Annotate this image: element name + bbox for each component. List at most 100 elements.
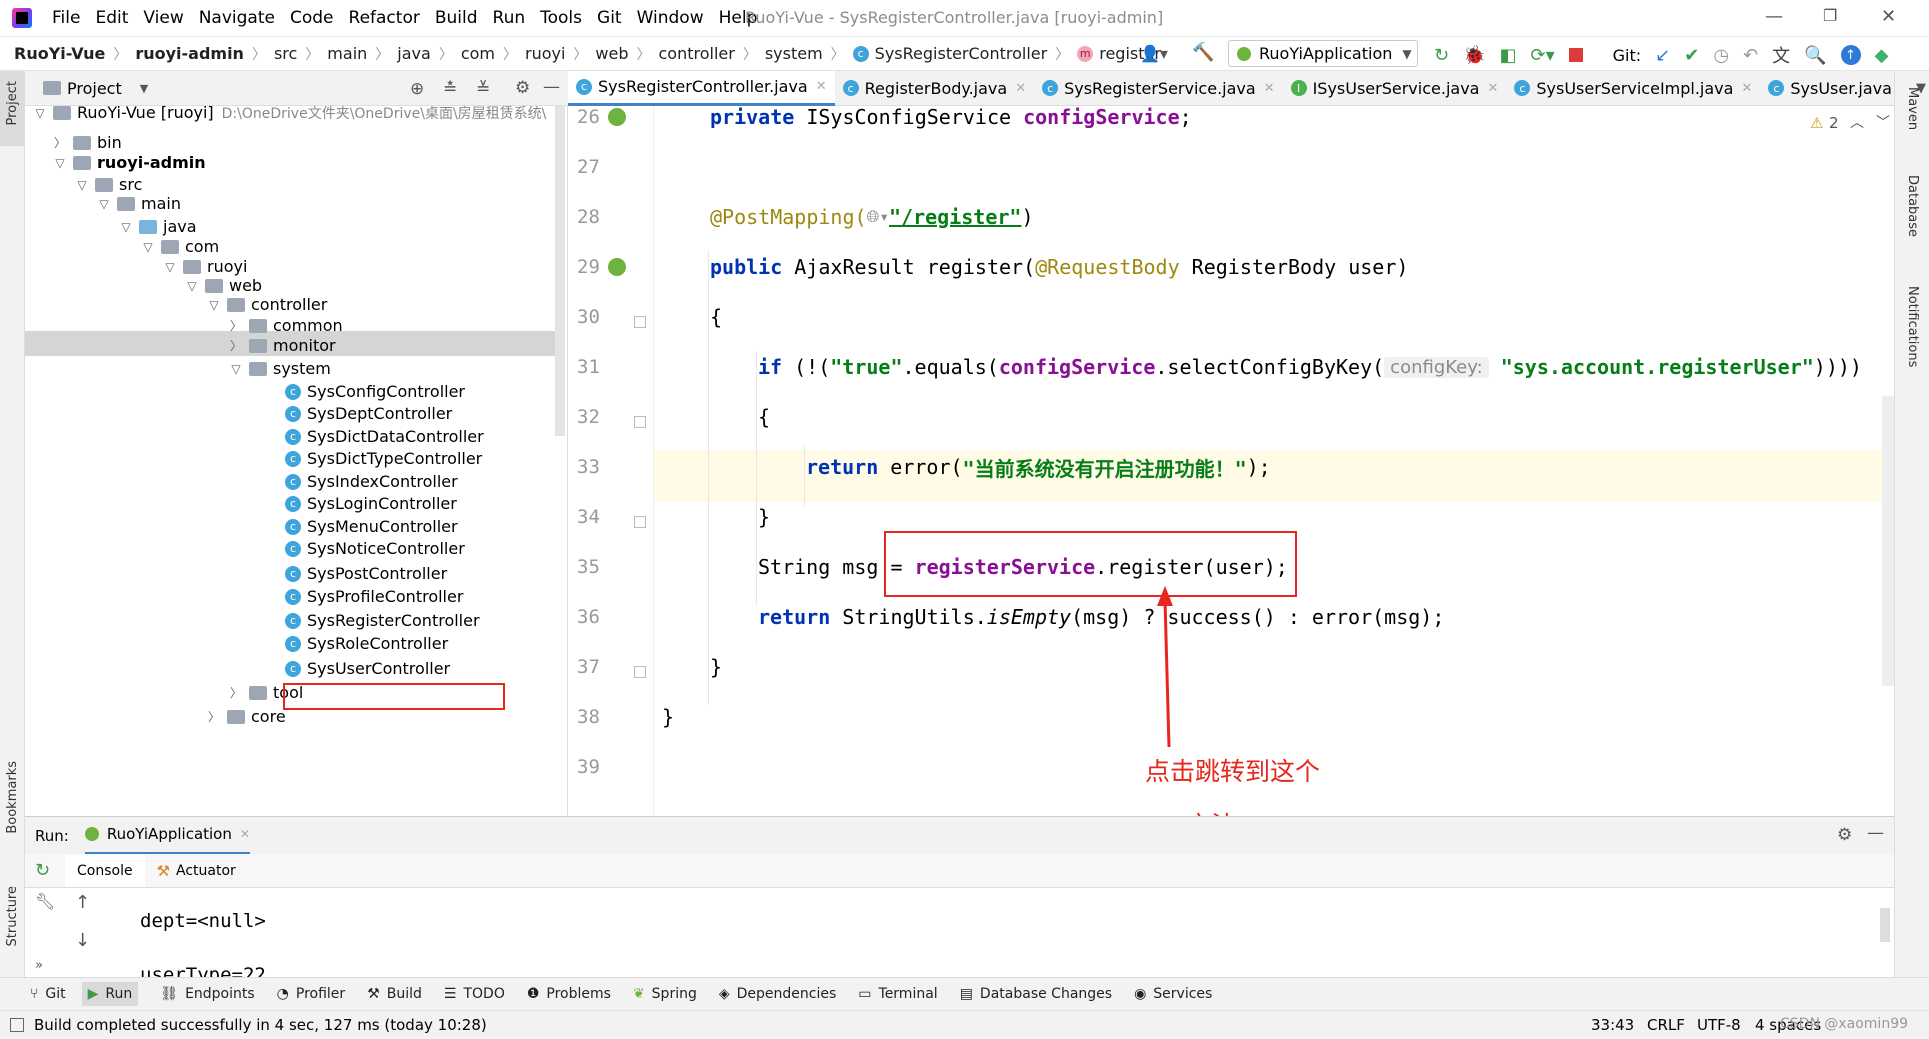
breadcrumb-web[interactable]: web: [595, 44, 628, 63]
stop-icon[interactable]: [1568, 48, 1583, 62]
breadcrumb-main[interactable]: main: [327, 44, 367, 63]
tree-node-core[interactable]: 〉 core: [207, 704, 286, 729]
build-hammer-icon[interactable]: 🔨: [1192, 42, 1214, 63]
breadcrumb-com[interactable]: com: [461, 44, 495, 63]
close-icon[interactable]: ✕: [1015, 81, 1026, 96]
tree-node-class[interactable]: c SysDeptController: [285, 401, 452, 426]
breadcrumb-system[interactable]: system: [765, 44, 823, 63]
profile-icon[interactable]: ⟳▾: [1531, 45, 1555, 66]
rerun-icon[interactable]: ↻: [1434, 45, 1449, 66]
warning-icon[interactable]: ⚠: [1810, 114, 1823, 132]
tab-actuator[interactable]: Actuator: [176, 863, 236, 879]
console-output[interactable]: 🔧︎ ↑ ↓ » dept=<null> userType=22: [25, 888, 1894, 977]
scroll-down-icon[interactable]: ↓: [75, 930, 90, 951]
notifications-tool-button[interactable]: Notifications: [1905, 286, 1920, 367]
tool-run[interactable]: ▶ Run: [81, 982, 139, 1006]
breadcrumb-module[interactable]: ruoyi-admin: [135, 44, 244, 63]
scroll-up-icon[interactable]: ↑: [75, 892, 90, 913]
breadcrumb-src[interactable]: src: [274, 44, 297, 63]
close-icon[interactable]: ✕: [816, 79, 827, 94]
breadcrumb-ruoyi[interactable]: ruoyi: [525, 44, 565, 63]
tree-node-class[interactable]: c SysDictTypeController: [285, 446, 482, 471]
restore-icon[interactable]: ❐: [1823, 6, 1837, 25]
close-window-icon[interactable]: ✕: [1881, 6, 1896, 27]
project-tool-button[interactable]: Project: [5, 81, 20, 125]
database-tool-button[interactable]: Database: [1905, 175, 1920, 237]
chevron-down-icon[interactable]: ﹀: [1876, 112, 1890, 132]
close-icon[interactable]: ✕: [240, 827, 250, 841]
tool-profiler[interactable]: ◔ Profiler: [277, 986, 346, 1002]
user-icon[interactable]: 👤▾: [1140, 44, 1168, 63]
tabs-overflow-icon[interactable]: ▼: [1916, 81, 1926, 96]
menu-window[interactable]: Window: [637, 8, 704, 28]
tab-console[interactable]: Console: [65, 854, 145, 887]
git-rollback-icon[interactable]: ↶: [1743, 45, 1758, 66]
coverage-icon[interactable]: ◧: [1500, 45, 1517, 66]
menu-view[interactable]: View: [143, 8, 183, 28]
chevron-up-icon[interactable]: ︿: [1850, 112, 1864, 132]
structure-tool-button[interactable]: Structure: [5, 886, 20, 946]
menu-tools[interactable]: Tools: [540, 8, 582, 28]
editor-tab[interactable]: c SysRegisterService.java ✕: [1034, 71, 1282, 106]
locate-icon[interactable]: ⊕: [410, 79, 424, 99]
hide-icon[interactable]: —: [1867, 823, 1884, 843]
more-icon[interactable]: »: [35, 958, 43, 973]
run-configuration-select[interactable]: RuoYiApplication ▼: [1228, 40, 1418, 67]
tool-services[interactable]: ◉ Services: [1134, 986, 1212, 1002]
tree-node-class[interactable]: c SysNoticeController: [285, 536, 465, 561]
tree-node-monitor[interactable]: 〉 monitor: [229, 333, 336, 358]
editor-tab[interactable]: I ISysUserService.java ✕: [1283, 71, 1507, 106]
editor-tab[interactable]: c SysRegisterController.java ✕: [568, 70, 835, 106]
file-encoding[interactable]: UTF-8: [1697, 1016, 1741, 1034]
status-square-icon[interactable]: [10, 1018, 24, 1032]
tree-node-class[interactable]: c SysPostController: [285, 561, 447, 586]
jetbrains-icon[interactable]: ◆: [1875, 45, 1889, 66]
tree-node-class[interactable]: c SysProfileController: [285, 584, 463, 609]
menu-file[interactable]: File: [52, 8, 80, 28]
tool-todo[interactable]: ☰ TODO: [444, 986, 505, 1002]
tree-node-system[interactable]: ▽ system: [229, 356, 330, 381]
breadcrumb-java[interactable]: java: [397, 44, 431, 63]
gear-icon[interactable]: ⚙: [515, 78, 530, 98]
code-editor[interactable]: private ISysConfigService configService;…: [654, 106, 1894, 816]
close-icon[interactable]: ✕: [1741, 81, 1752, 96]
editor-scrollbar[interactable]: [1882, 396, 1894, 686]
console-scrollbar[interactable]: [1880, 908, 1890, 942]
fold-icon[interactable]: [634, 516, 646, 528]
caret-position[interactable]: 33:43: [1591, 1016, 1634, 1034]
menu-refactor[interactable]: Refactor: [349, 8, 420, 28]
menu-edit[interactable]: Edit: [95, 8, 128, 28]
tree-node-class[interactable]: c SysUserController: [285, 656, 450, 681]
chevron-down-icon[interactable]: ▼: [140, 82, 148, 95]
tool-endpoints[interactable]: ⛓ Endpoints: [160, 986, 254, 1002]
tool-database-changes[interactable]: ▤ Database Changes: [960, 986, 1112, 1002]
fold-icon[interactable]: [634, 416, 646, 428]
update-icon[interactable]: ↑: [1840, 45, 1861, 65]
collapse-all-icon[interactable]: ≚: [476, 79, 490, 99]
breadcrumb-controller[interactable]: controller: [659, 44, 735, 63]
editor-tab[interactable]: c SysUser.java: [1760, 71, 1900, 106]
editor-tab[interactable]: c RegisterBody.java ✕: [835, 71, 1035, 106]
tree-node-root[interactable]: ▽ RuoYi-Vue [ruoyi] D:\OneDrive文件夹\OneDriv…: [33, 106, 546, 125]
close-icon[interactable]: ✕: [1264, 81, 1275, 96]
git-history-icon[interactable]: ◷: [1713, 45, 1729, 66]
editor-tab[interactable]: c SysUserServiceImpl.java ✕: [1506, 71, 1760, 106]
tool-spring[interactable]: ❦ Spring: [633, 986, 697, 1002]
menu-navigate[interactable]: Navigate: [199, 8, 275, 28]
menu-run[interactable]: Run: [493, 8, 526, 28]
fold-icon[interactable]: [634, 316, 646, 328]
breadcrumb-class[interactable]: SysRegisterController: [875, 44, 1048, 63]
tool-problems[interactable]: ❶ Problems: [527, 986, 611, 1002]
tool-build[interactable]: ⚒ Build: [367, 986, 422, 1002]
tree-node-class[interactable]: c SysLoginController: [285, 491, 457, 516]
spring-bean-icon[interactable]: [608, 108, 626, 126]
tool-terminal[interactable]: ▭ Terminal: [858, 986, 937, 1002]
close-icon[interactable]: ✕: [1487, 81, 1498, 96]
bookmarks-tool-button[interactable]: Bookmarks: [5, 761, 20, 834]
tool-dependencies[interactable]: ◈ Dependencies: [719, 986, 836, 1002]
line-separator[interactable]: CRLF: [1647, 1016, 1685, 1034]
git-commit-icon[interactable]: ✔: [1684, 45, 1699, 66]
rerun-icon[interactable]: ↻: [35, 860, 50, 881]
debug-icon[interactable]: 🐞: [1463, 45, 1485, 66]
menu-git[interactable]: Git: [597, 8, 622, 28]
